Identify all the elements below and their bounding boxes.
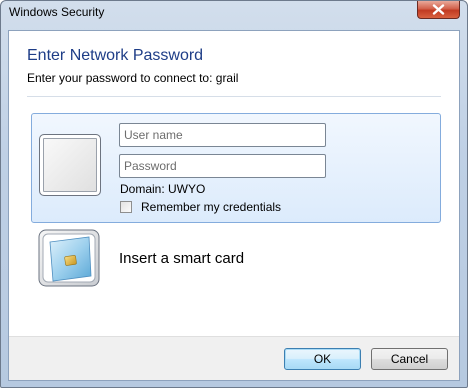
username-input[interactable] [119, 123, 326, 147]
dialog-subheading: Enter your password to connect to: grail [27, 71, 239, 85]
dialog-body: Enter Network Password Enter your passwo… [8, 30, 460, 381]
remember-credentials-checkbox[interactable] [120, 201, 132, 213]
window-title: Windows Security [9, 5, 105, 19]
windows-security-dialog: Windows Security Enter Network Password … [0, 0, 468, 388]
remember-credentials-row[interactable]: Remember my credentials [120, 200, 281, 214]
remember-credentials-label[interactable]: Remember my credentials [141, 200, 281, 214]
title-bar[interactable]: Windows Security [1, 1, 467, 23]
close-icon [432, 4, 445, 15]
smart-card-tile[interactable]: Insert a smart card [31, 226, 441, 292]
divider [27, 96, 441, 97]
close-button[interactable] [417, 1, 460, 19]
dialog-heading: Enter Network Password [27, 47, 204, 64]
credential-tile[interactable]: Domain: UWYO Remember my credentials [31, 113, 441, 223]
password-input[interactable] [119, 154, 326, 178]
button-bar: OK Cancel [9, 336, 459, 380]
smart-card-icon [38, 229, 100, 287]
ok-button[interactable]: OK [284, 348, 361, 370]
cancel-button[interactable]: Cancel [371, 348, 448, 370]
user-tile-icon [39, 134, 101, 196]
smart-card-label: Insert a smart card [119, 250, 245, 267]
domain-label: Domain: UWYO [120, 182, 206, 196]
